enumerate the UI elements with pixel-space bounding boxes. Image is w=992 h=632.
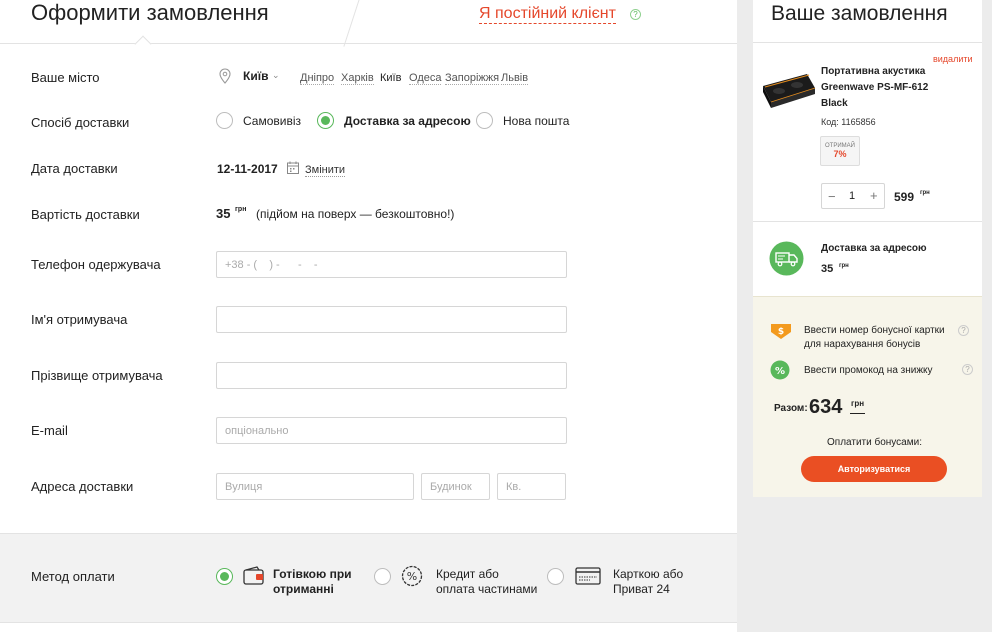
city-option-lviv[interactable]: Львів (501, 72, 529, 85)
delivery-date-value: 12-11-2017 (217, 162, 278, 176)
checkout-form: Оформити замовлення Я постійний клієнт ?… (0, 0, 737, 632)
radio-nova-poshta-label[interactable]: Нова пошта (503, 114, 569, 128)
radio-credit[interactable] (374, 568, 391, 585)
login-button[interactable]: Авторизуватися (801, 456, 947, 482)
remove-item-link[interactable]: видалити (933, 54, 973, 64)
item-price-currency: грн (920, 190, 930, 196)
email-label: E-mail (31, 423, 68, 438)
order-title: Ваше замовлення (771, 2, 948, 25)
radio-cash[interactable] (216, 568, 233, 585)
change-date-link[interactable]: Змінити (305, 164, 346, 177)
radio-pickup-label[interactable]: Самовивіз (243, 114, 301, 128)
wallet-icon (243, 566, 264, 585)
svg-text:%: % (407, 570, 417, 583)
pay-cash-line2: отриманні (273, 582, 334, 596)
percent-icon: % (401, 565, 423, 587)
radio-address-delivery[interactable] (317, 112, 334, 129)
apartment-input[interactable] (497, 473, 566, 500)
radio-card[interactable] (547, 568, 564, 585)
delivery-cost-label: Вартість доставки (31, 207, 140, 222)
city-option-kharkiv[interactable]: Харків (341, 72, 374, 85)
payment-method-label: Метод оплати (31, 569, 115, 584)
city-option-odesa[interactable]: Одеса (409, 72, 442, 85)
phone-label: Телефон одержувача (31, 257, 161, 272)
header-divider (343, 0, 362, 47)
location-pin-icon (219, 68, 231, 84)
last-name-input[interactable] (216, 362, 567, 389)
house-input[interactable] (421, 473, 490, 500)
delivery-cost-value: 35 (216, 206, 231, 221)
regular-client-link[interactable]: Я постійний клієнт (479, 5, 616, 24)
quantity-decrease-button[interactable]: − (828, 189, 836, 204)
delivery-method-label: Спосіб доставки (31, 115, 130, 130)
first-name-input[interactable] (216, 306, 567, 333)
bonus-card-link[interactable]: Ввести номер бонусної картки для нарахув… (804, 324, 959, 352)
product-image[interactable] (759, 64, 817, 110)
city-option-zaporizhzhia[interactable]: Запоріжжя (445, 72, 500, 85)
bonus-card-icon: $ (771, 324, 791, 339)
delivery-cost-currency: грн (235, 206, 247, 213)
city-label: Ваше місто (31, 70, 100, 85)
last-name-label: Прізвище отримувача (31, 368, 163, 383)
item-price: 599 (894, 190, 915, 204)
order-totals: $ Ввести номер бонусної картки для нарах… (753, 296, 982, 497)
street-input[interactable] (216, 473, 414, 500)
city-option-kyiv[interactable]: Київ (380, 72, 401, 84)
help-icon[interactable]: ? (630, 9, 641, 20)
bonus-badge-value: 7% (833, 149, 847, 159)
product-code: Код: 1165856 (821, 117, 876, 127)
checkout-header: Оформити замовлення Я постійний клієнт ? (0, 0, 737, 53)
address-label: Адреса доставки (31, 479, 134, 494)
calendar-icon[interactable] (287, 161, 299, 174)
help-icon[interactable]: ? (958, 325, 969, 336)
first-name-label: Ім'я отримувача (31, 312, 128, 327)
card-icon (575, 567, 601, 585)
city-option-dnipro[interactable]: Дніпро (300, 72, 335, 85)
summary-delivery-method: Доставка за адресою (821, 243, 927, 254)
order-summary: Ваше замовлення видалити Портативна акус… (753, 0, 982, 497)
pay-card-line1: Карткою або (613, 567, 684, 581)
total-value: 634 (809, 396, 843, 418)
pay-card-line2: Приват 24 (613, 582, 670, 596)
promo-icon: % (770, 360, 790, 380)
email-input[interactable] (216, 417, 567, 444)
help-icon[interactable]: ? (962, 364, 973, 375)
quantity-stepper: − 1 + (821, 183, 885, 209)
chevron-down-icon[interactable]: ⌄ (272, 70, 280, 81)
phone-input[interactable] (216, 251, 567, 278)
pay-credit-line2: оплата частинами (436, 582, 538, 596)
pay-credit-line1: Кредит або (436, 567, 499, 581)
payment-section: Метод оплати Готівкою при отриманні % Кр… (0, 533, 737, 623)
quantity-value[interactable]: 1 (849, 190, 855, 202)
total-label: Разом: (774, 403, 808, 414)
svg-text:%: % (775, 366, 785, 377)
total-currency-underline (850, 413, 865, 414)
pay-cash-line1: Готівкою при (273, 567, 352, 581)
promo-code-link[interactable]: Ввести промокод на знижку (804, 365, 933, 376)
pay-cash-label[interactable]: Готівкою при отриманні (273, 567, 352, 597)
pay-with-bonuses-label: Оплатити бонусами: (827, 437, 922, 448)
truck-icon (769, 241, 804, 276)
radio-nova-poshta[interactable] (476, 112, 493, 129)
page-title: Оформити замовлення (31, 0, 269, 25)
summary-delivery-currency: грн (839, 263, 849, 269)
quantity-increase-button[interactable]: + (870, 188, 878, 203)
radio-pickup[interactable] (216, 112, 233, 129)
delivery-cost-note: (підйом на поверх — безкоштовно!) (256, 207, 455, 221)
svg-text:$: $ (778, 327, 784, 337)
delivery-date-label: Дата доставки (31, 161, 118, 176)
divider (753, 42, 982, 43)
city-select[interactable]: Київ (243, 69, 268, 83)
radio-address-delivery-label[interactable]: Доставка за адресою (344, 114, 471, 128)
bonus-badge: ОТРИМАЙ 7% (820, 136, 860, 166)
header-notch (134, 35, 152, 53)
divider (753, 221, 982, 222)
pay-credit-label[interactable]: Кредит або оплата частинами (436, 567, 537, 597)
total-currency: грн (851, 399, 865, 408)
pay-card-label[interactable]: Карткою або Приват 24 (613, 567, 683, 597)
product-name[interactable]: Портативна акустика Greenwave PS-MF-612 … (821, 64, 941, 112)
summary-delivery-price: 35 (821, 263, 834, 275)
